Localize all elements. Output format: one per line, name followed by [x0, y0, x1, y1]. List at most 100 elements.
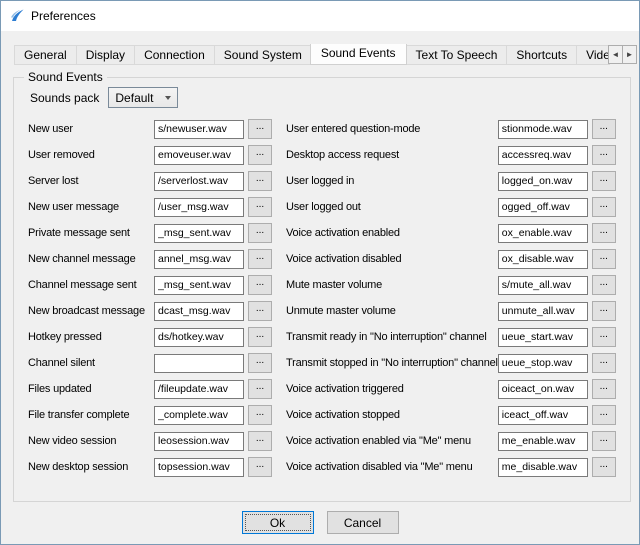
sound-event-label: Hotkey pressed: [28, 331, 154, 343]
browse-button[interactable]: ...: [248, 197, 272, 217]
sound-file-input[interactable]: [498, 354, 588, 373]
sound-event-label: Transmit stopped in "No interruption" ch…: [286, 357, 498, 369]
ok-button[interactable]: Ok: [242, 511, 314, 534]
sound-file-input[interactable]: [154, 198, 244, 217]
sound-event-row: Channel silent ...: [28, 350, 272, 376]
browse-button[interactable]: ...: [248, 301, 272, 321]
browse-button[interactable]: ...: [248, 171, 272, 191]
sound-event-label: Files updated: [28, 383, 154, 395]
browse-button[interactable]: ...: [248, 327, 272, 347]
browse-button[interactable]: ...: [592, 405, 616, 425]
sound-file-input[interactable]: [154, 406, 244, 425]
sound-event-row: Mute master volume ...: [286, 272, 616, 298]
sound-event-row: New desktop session ...: [28, 454, 272, 480]
sound-event-row: Transmit ready in "No interruption" chan…: [286, 324, 616, 350]
sound-file-input[interactable]: [498, 380, 588, 399]
sound-file-input[interactable]: [498, 432, 588, 451]
sound-event-row: New broadcast message ...: [28, 298, 272, 324]
sound-file-input[interactable]: [154, 120, 244, 139]
sound-event-row: Voice activation disabled via "Me" menu …: [286, 454, 616, 480]
browse-button[interactable]: ...: [592, 301, 616, 321]
sound-file-input[interactable]: [154, 172, 244, 191]
sound-event-label: Channel silent: [28, 357, 154, 369]
sound-file-input[interactable]: [498, 302, 588, 321]
browse-button[interactable]: ...: [248, 353, 272, 373]
sound-event-columns: New user ... User removed ... Server los…: [28, 116, 616, 480]
tab-video[interactable]: Video: [576, 45, 610, 65]
sounds-pack-select[interactable]: Default: [108, 87, 178, 108]
sound-file-input[interactable]: [154, 458, 244, 477]
sound-file-input[interactable]: [498, 172, 588, 191]
tab-shortcuts[interactable]: Shortcuts: [506, 45, 577, 65]
sound-file-input[interactable]: [154, 224, 244, 243]
sound-event-label: Voice activation disabled via "Me" menu: [286, 461, 498, 473]
sound-event-row: New channel message ...: [28, 246, 272, 272]
sound-file-input[interactable]: [154, 302, 244, 321]
sound-file-input[interactable]: [154, 276, 244, 295]
sound-event-row: Hotkey pressed ...: [28, 324, 272, 350]
sound-file-input[interactable]: [154, 328, 244, 347]
browse-button[interactable]: ...: [592, 379, 616, 399]
browse-button[interactable]: ...: [592, 171, 616, 191]
browse-button[interactable]: ...: [248, 223, 272, 243]
sound-file-input[interactable]: [154, 250, 244, 269]
sound-event-row: User logged in ...: [286, 168, 616, 194]
sound-event-row: File transfer complete ...: [28, 402, 272, 428]
tab-display[interactable]: Display: [76, 45, 135, 65]
tab-sound-events[interactable]: Sound Events: [310, 44, 407, 65]
sound-file-input[interactable]: [498, 406, 588, 425]
sound-file-input[interactable]: [154, 354, 244, 373]
sound-event-label: New desktop session: [28, 461, 154, 473]
sound-file-input[interactable]: [498, 328, 588, 347]
cancel-button[interactable]: Cancel: [327, 511, 399, 534]
browse-button[interactable]: ...: [248, 275, 272, 295]
browse-button[interactable]: ...: [592, 119, 616, 139]
sounds-pack-label: Sounds pack: [30, 91, 99, 105]
sound-event-label: Voice activation stopped: [286, 409, 498, 421]
tab-sound-system[interactable]: Sound System: [214, 45, 312, 65]
browse-button[interactable]: ...: [248, 249, 272, 269]
sound-event-label: Voice activation enabled via "Me" menu: [286, 435, 498, 447]
tab-scroll-right-button[interactable]: ►: [622, 45, 637, 64]
sound-event-row: New video session ...: [28, 428, 272, 454]
sound-file-input[interactable]: [498, 198, 588, 217]
browse-button[interactable]: ...: [592, 145, 616, 165]
browse-button[interactable]: ...: [592, 223, 616, 243]
browse-button[interactable]: ...: [248, 405, 272, 425]
browse-button[interactable]: ...: [248, 431, 272, 451]
browse-button[interactable]: ...: [248, 145, 272, 165]
tab-connection[interactable]: Connection: [134, 45, 215, 65]
sound-file-input[interactable]: [498, 146, 588, 165]
browse-button[interactable]: ...: [592, 327, 616, 347]
sound-file-input[interactable]: [154, 380, 244, 399]
sound-event-row: Voice activation disabled ...: [286, 246, 616, 272]
browse-button[interactable]: ...: [592, 275, 616, 295]
browse-button[interactable]: ...: [592, 353, 616, 373]
sound-events-right-column: User entered question-mode ... Desktop a…: [286, 116, 616, 480]
sound-file-input[interactable]: [498, 458, 588, 477]
tab-bar: GeneralDisplayConnectionSound SystemSoun…: [14, 44, 637, 65]
sound-event-label: Channel message sent: [28, 279, 154, 291]
sounds-pack-value: Default: [115, 91, 153, 105]
browse-button[interactable]: ...: [248, 379, 272, 399]
browse-button[interactable]: ...: [592, 457, 616, 477]
browse-button[interactable]: ...: [248, 457, 272, 477]
tab-general[interactable]: General: [14, 45, 77, 65]
sound-file-input[interactable]: [154, 146, 244, 165]
browse-button[interactable]: ...: [592, 431, 616, 451]
sound-file-input[interactable]: [498, 276, 588, 295]
sound-event-label: User logged out: [286, 201, 498, 213]
browse-button[interactable]: ...: [592, 197, 616, 217]
browse-button[interactable]: ...: [248, 119, 272, 139]
sound-event-label: Transmit ready in "No interruption" chan…: [286, 331, 498, 343]
sound-event-row: Files updated ...: [28, 376, 272, 402]
tab-scroll-left-button[interactable]: ◄: [608, 45, 623, 64]
sound-file-input[interactable]: [154, 432, 244, 451]
sound-file-input[interactable]: [498, 250, 588, 269]
tab-text-to-speech[interactable]: Text To Speech: [406, 45, 508, 65]
sound-file-input[interactable]: [498, 224, 588, 243]
sound-event-label: Server lost: [28, 175, 154, 187]
sound-event-label: Voice activation triggered: [286, 383, 498, 395]
browse-button[interactable]: ...: [592, 249, 616, 269]
sound-file-input[interactable]: [498, 120, 588, 139]
